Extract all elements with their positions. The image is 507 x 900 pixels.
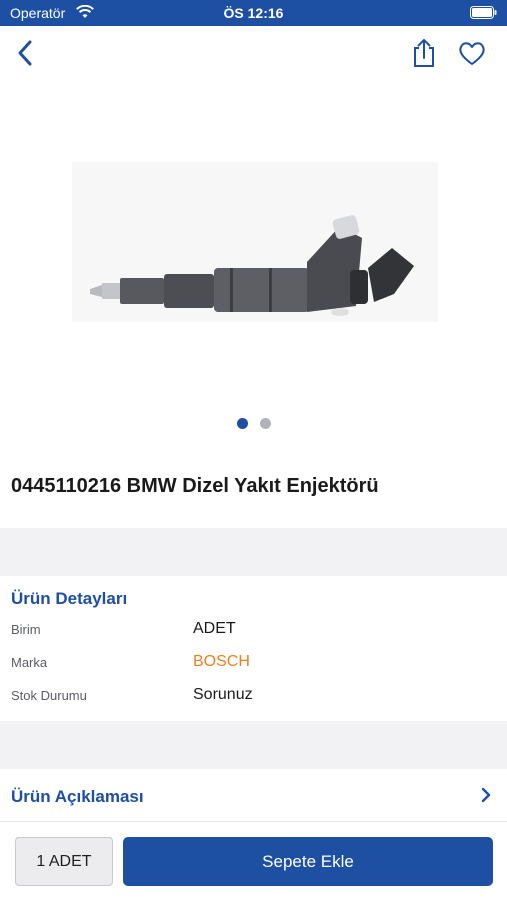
pagination-dots [0, 416, 507, 434]
details-heading: Ürün Detayları [11, 589, 128, 608]
detail-label: Stok Durumu [11, 688, 87, 703]
chevron-right-icon [481, 787, 491, 803]
detail-row-stock: Stok Durumu Sorunuz [0, 680, 507, 710]
quantity-selector[interactable]: 1 ADET [15, 837, 113, 886]
product-title: 0445110216 BMW Dizel Yakıt Enjektörü [11, 475, 379, 497]
detail-value: ADET [193, 620, 236, 637]
product-details-section: Ürün Detayları Birim ADET Marka BOSCH St… [0, 576, 507, 721]
product-image-gallery[interactable] [0, 82, 507, 442]
detail-value: Sorunuz [193, 686, 253, 703]
detail-row-brand: Marka BOSCH [0, 647, 507, 677]
section-separator [0, 721, 507, 769]
detail-label: Marka [11, 655, 48, 670]
add-to-cart-button[interactable]: Sepete Ekle [123, 837, 493, 886]
detail-row-unit: Birim ADET [0, 614, 507, 644]
fuel-injector-image [72, 162, 438, 322]
product-description-row[interactable]: Ürün Açıklaması [0, 769, 507, 821]
brand-value: BOSCH [193, 653, 250, 670]
share-icon[interactable] [411, 38, 437, 68]
battery-icon [470, 6, 497, 19]
pagination-dot-active[interactable] [236, 418, 248, 429]
description-heading: Ürün Açıklaması [11, 787, 144, 806]
detail-label: Birim [11, 622, 41, 637]
section-separator [0, 528, 507, 576]
bottom-action-bar: 1 ADET Sepete Ekle [0, 821, 507, 900]
top-navigation [0, 26, 507, 82]
status-bar: Operatör ÖS 12:16 [0, 0, 507, 26]
pagination-dot[interactable] [259, 418, 271, 429]
heart-icon[interactable] [458, 40, 486, 66]
clock: ÖS 12:16 [223, 5, 284, 21]
back-chevron-icon[interactable] [14, 38, 38, 68]
